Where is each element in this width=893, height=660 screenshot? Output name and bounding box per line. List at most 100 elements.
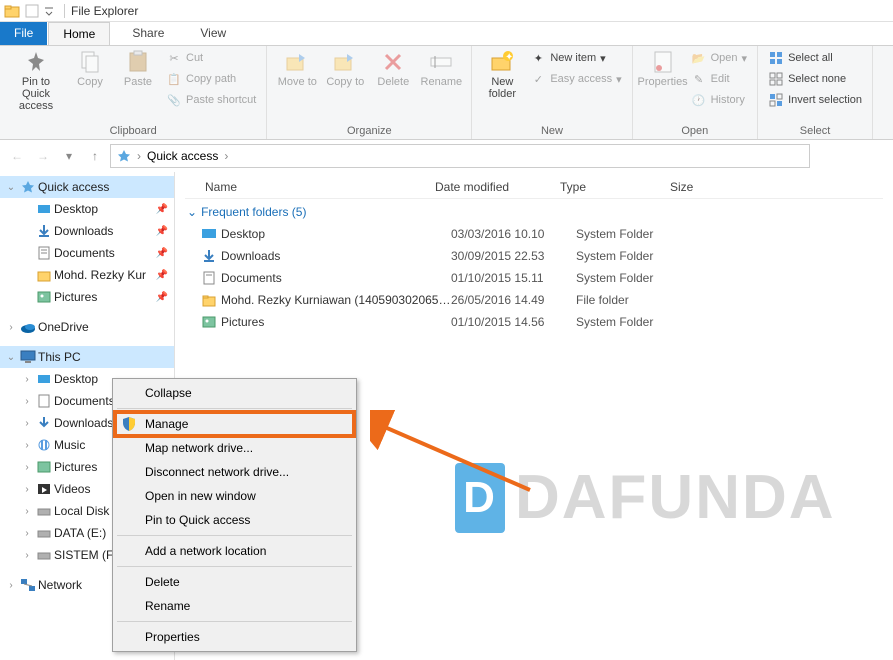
- drive-icon: [36, 459, 52, 475]
- paste-button[interactable]: Paste: [114, 48, 162, 90]
- file-row[interactable]: Documents01/10/2015 15.11System Folder: [185, 267, 883, 289]
- history-button[interactable]: 🕐History: [691, 92, 747, 108]
- history-icon: 🕐: [691, 92, 707, 108]
- file-row[interactable]: Pictures01/10/2015 14.56System Folder: [185, 311, 883, 333]
- move-to-button[interactable]: Move to: [273, 48, 321, 90]
- ctx-map-drive[interactable]: Map network drive...: [115, 436, 354, 460]
- tab-file[interactable]: File: [0, 22, 47, 45]
- group-clipboard: Pin to Quick access Copy Paste ✂Cut 📋Cop…: [0, 46, 267, 139]
- forward-button[interactable]: →: [32, 145, 54, 167]
- file-row[interactable]: Mohd. Rezky Kurniawan (140590302065) ...…: [185, 289, 883, 311]
- ctx-open-window[interactable]: Open in new window: [115, 484, 354, 508]
- pc-icon: [20, 349, 36, 365]
- new-item-icon: ✦: [530, 50, 546, 66]
- chevron-down-icon[interactable]: ⌄: [4, 182, 18, 193]
- tree-this-pc[interactable]: ⌄ This PC: [0, 346, 174, 368]
- drive-icon: [36, 371, 52, 387]
- copy-to-button[interactable]: Copy to: [321, 48, 369, 90]
- address-bar[interactable]: › Quick access ›: [110, 144, 810, 168]
- ctx-disconnect[interactable]: Disconnect network drive...: [115, 460, 354, 484]
- easy-access-button[interactable]: ✓Easy access ▾: [530, 71, 621, 87]
- copy-button[interactable]: Copy: [66, 48, 114, 90]
- new-item-button[interactable]: ✦New item ▾: [530, 50, 621, 66]
- edit-button[interactable]: ✎Edit: [691, 71, 747, 87]
- title-bar: File Explorer: [0, 0, 893, 22]
- tree-item[interactable]: Downloads📌: [0, 220, 174, 242]
- tab-share[interactable]: Share: [118, 22, 178, 45]
- col-date[interactable]: Date modified: [435, 180, 560, 194]
- select-none-button[interactable]: Select none: [768, 71, 862, 87]
- recent-dropdown[interactable]: ▾: [58, 145, 80, 167]
- section-header[interactable]: ⌄Frequent folders (5): [185, 199, 883, 223]
- chevron-right-icon[interactable]: ›: [4, 580, 18, 591]
- drive-icon: [36, 503, 52, 519]
- select-none-icon: [768, 71, 784, 87]
- col-type[interactable]: Type: [560, 180, 670, 194]
- col-name[interactable]: Name: [185, 180, 435, 194]
- group-select: Select all Select none Invert selection …: [758, 46, 873, 139]
- file-row[interactable]: Desktop03/03/2016 10.10System Folder: [185, 223, 883, 245]
- tree-item[interactable]: Pictures📌: [0, 286, 174, 308]
- properties-button[interactable]: Properties: [639, 48, 687, 90]
- group-open: Properties 📂Open ▾ ✎Edit 🕐History Open: [633, 46, 758, 139]
- pin-quick-access-button[interactable]: Pin to Quick access: [6, 48, 66, 114]
- open-button[interactable]: 📂Open ▾: [691, 50, 747, 66]
- delete-button[interactable]: Delete: [369, 48, 417, 90]
- rename-icon: [429, 50, 453, 74]
- chevron-right-icon[interactable]: ›: [20, 506, 34, 517]
- chevron-right-icon[interactable]: ›: [4, 322, 18, 333]
- copy-icon: [78, 50, 102, 74]
- ctx-pin-qa[interactable]: Pin to Quick access: [115, 508, 354, 532]
- qat-dropdown-icon[interactable]: [44, 6, 54, 16]
- chevron-right-icon[interactable]: ›: [20, 440, 34, 451]
- ctx-manage[interactable]: Manage: [115, 412, 354, 436]
- star-icon: [117, 149, 131, 163]
- svg-text:✦: ✦: [505, 52, 513, 63]
- chevron-down-icon[interactable]: ⌄: [4, 352, 18, 363]
- group-label: New: [478, 125, 625, 139]
- chevron-right-icon[interactable]: ›: [20, 396, 34, 407]
- tab-view[interactable]: View: [186, 22, 240, 45]
- tree-onedrive[interactable]: › OneDrive: [0, 316, 174, 338]
- copy-path-button[interactable]: 📋Copy path: [166, 71, 256, 87]
- tree-item[interactable]: Desktop📌: [0, 198, 174, 220]
- chevron-right-icon[interactable]: ›: [20, 528, 34, 539]
- breadcrumb-root[interactable]: › Quick access ›: [115, 149, 232, 163]
- ctx-collapse[interactable]: Collapse: [115, 381, 354, 405]
- chevron-right-icon[interactable]: ›: [20, 484, 34, 495]
- context-menu: Collapse Manage Map network drive... Dis…: [112, 378, 357, 652]
- back-button[interactable]: ←: [6, 145, 28, 167]
- drive-icon: [36, 437, 52, 453]
- tree-quick-access[interactable]: ⌄ Quick access: [0, 176, 174, 198]
- col-size[interactable]: Size: [670, 180, 750, 194]
- ctx-rename[interactable]: Rename: [115, 594, 354, 618]
- new-folder-button[interactable]: ✦New folder: [478, 48, 526, 102]
- pin-icon: [24, 50, 48, 74]
- chevron-right-icon[interactable]: ›: [20, 462, 34, 473]
- open-icon: 📂: [691, 50, 707, 66]
- chevron-right-icon[interactable]: ›: [20, 418, 34, 429]
- invert-selection-button[interactable]: Invert selection: [768, 92, 862, 108]
- paste-shortcut-button[interactable]: 📎Paste shortcut: [166, 92, 256, 108]
- tree-item[interactable]: Documents📌: [0, 242, 174, 264]
- cut-button[interactable]: ✂Cut: [166, 50, 256, 66]
- select-all-button[interactable]: Select all: [768, 50, 862, 66]
- ctx-add-location[interactable]: Add a network location: [115, 539, 354, 563]
- chevron-right-icon[interactable]: ›: [20, 550, 34, 561]
- tree-item[interactable]: Mohd. Rezky Kur📌: [0, 264, 174, 286]
- file-row[interactable]: Downloads30/09/2015 22.53System Folder: [185, 245, 883, 267]
- group-label: Select: [764, 125, 866, 139]
- drive-icon: [36, 393, 52, 409]
- group-label: Organize: [273, 125, 465, 139]
- ctx-delete[interactable]: Delete: [115, 570, 354, 594]
- ctx-properties[interactable]: Properties: [115, 625, 354, 649]
- chevron-right-icon[interactable]: ›: [20, 374, 34, 385]
- delete-icon: [381, 50, 405, 74]
- rename-button[interactable]: Rename: [417, 48, 465, 90]
- tab-home[interactable]: Home: [48, 22, 110, 45]
- up-button[interactable]: ↑: [84, 145, 106, 167]
- group-new: ✦New folder ✦New item ▾ ✓Easy access ▾ N…: [472, 46, 632, 139]
- app-icon: [4, 3, 20, 19]
- file-icon: [201, 248, 217, 264]
- easy-access-icon: ✓: [530, 71, 546, 87]
